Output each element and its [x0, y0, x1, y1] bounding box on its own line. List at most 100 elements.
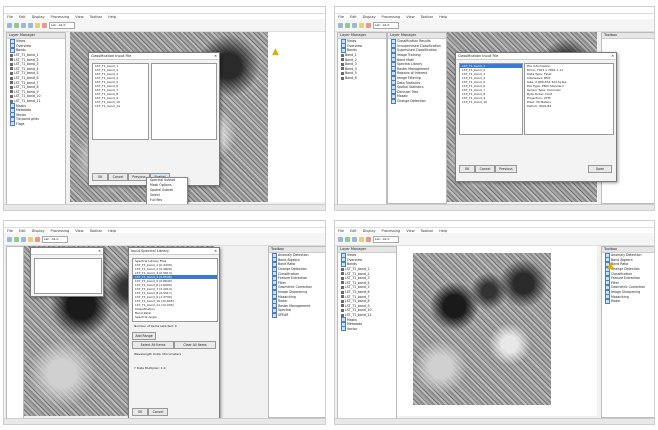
- menu-toolbar[interactable]: Toolbar: [90, 229, 103, 233]
- toolbar: Lat: -41.0: [4, 19, 325, 32]
- menu-view[interactable]: View: [75, 229, 83, 233]
- menu-processing[interactable]: Processing: [51, 15, 70, 19]
- zoom-in-icon[interactable]: [352, 236, 357, 242]
- menu-display[interactable]: Display: [32, 15, 45, 19]
- close-icon[interactable]: ✕: [611, 54, 614, 58]
- list-item[interactable]: LST_T1_band_11: [93, 104, 148, 108]
- menu-file[interactable]: File: [7, 15, 13, 19]
- title-bar: [335, 221, 654, 228]
- open-icon[interactable]: [338, 22, 343, 28]
- image-view[interactable]: [413, 253, 551, 405]
- file-list[interactable]: LST_T1_band_1 LST_T1_band_2 LST_T1_band_…: [459, 63, 523, 135]
- close-icon[interactable]: ✕: [214, 249, 217, 253]
- menu-display[interactable]: Display: [32, 229, 45, 233]
- save-icon[interactable]: [14, 236, 19, 242]
- menu-help[interactable]: Help: [439, 15, 447, 19]
- tree-row[interactable]: Flags: [7, 121, 65, 127]
- close-icon[interactable]: ✕: [98, 249, 101, 253]
- previous-button[interactable]: Previous: [495, 165, 517, 173]
- menu-file[interactable]: File: [338, 229, 344, 233]
- tree-row[interactable]: Vector: [338, 326, 396, 332]
- menu-toolbar[interactable]: Toolbar: [90, 15, 103, 19]
- zoom-combo[interactable]: Lat: -41.0: [42, 235, 68, 243]
- select-icon[interactable]: [366, 236, 371, 242]
- pan-icon[interactable]: [359, 22, 364, 28]
- band-icon: [341, 285, 344, 289]
- menu-view[interactable]: View: [406, 229, 414, 233]
- list-item[interactable]: Spectral Angle: [133, 315, 217, 319]
- cancel-button[interactable]: Cancel: [108, 173, 128, 181]
- zoom-out-icon[interactable]: [28, 22, 33, 28]
- pan-icon[interactable]: [359, 236, 364, 242]
- menu-help[interactable]: Help: [108, 15, 116, 19]
- select-icon[interactable]: [35, 236, 40, 242]
- y-multiplier-field[interactable]: Y Data Multiplier: 1.0: [132, 366, 166, 370]
- menu-edit[interactable]: Edit: [19, 15, 26, 19]
- ok-button[interactable]: OK: [459, 165, 475, 173]
- zoom-in-icon[interactable]: [21, 236, 26, 242]
- wavelength-units-label[interactable]: Wavelength Units: Micrometers: [132, 352, 181, 356]
- cancel-button[interactable]: Cancel: [148, 408, 168, 416]
- select-icon[interactable]: [366, 22, 371, 28]
- close-icon[interactable]: ✕: [214, 54, 217, 58]
- save-icon[interactable]: [14, 22, 19, 28]
- zoom-combo[interactable]: Lat: -41.0: [49, 21, 75, 29]
- menu-file[interactable]: File: [7, 229, 13, 233]
- band-icon: [341, 267, 344, 271]
- add-range-button[interactable]: Add Range: [132, 332, 156, 340]
- pan-icon[interactable]: [28, 236, 33, 242]
- list-item[interactable]: LST_T1_band_10: [460, 100, 522, 104]
- open-icon[interactable]: [338, 236, 343, 242]
- band-icon: [10, 81, 13, 85]
- menu-file[interactable]: File: [338, 15, 344, 19]
- menu-item[interactable]: Full Res: [147, 198, 187, 203]
- clear-all-button[interactable]: Clear All Items: [174, 341, 216, 349]
- file-list[interactable]: LST_T1_band_1 LST_T1_band_2 LST_T1_band_…: [92, 63, 149, 140]
- zoom-combo[interactable]: Lat: -41.0: [373, 21, 399, 29]
- zoom-in-icon[interactable]: [352, 22, 357, 28]
- select-all-button[interactable]: Select All Items: [132, 341, 174, 349]
- menu-edit[interactable]: Edit: [350, 15, 357, 19]
- file-list[interactable]: [34, 258, 102, 294]
- menu-processing[interactable]: Processing: [382, 15, 401, 19]
- menu-view[interactable]: View: [406, 15, 414, 19]
- checkbox-icon[interactable]: [341, 326, 346, 332]
- toolbox-row[interactable]: SPEAR: [269, 312, 325, 318]
- menu-edit[interactable]: Edit: [19, 229, 26, 233]
- checkbox-icon[interactable]: [10, 121, 15, 127]
- menu-help[interactable]: Help: [439, 229, 447, 233]
- ok-button[interactable]: OK: [132, 408, 148, 416]
- cancel-button[interactable]: Cancel: [475, 165, 495, 173]
- zoom-combo[interactable]: Lat: -41.0: [373, 235, 399, 243]
- tools-panel: Layer Manager Classification Results Uns…: [387, 32, 447, 204]
- save-icon[interactable]: [345, 236, 350, 242]
- tree-row[interactable]: Band_6: [338, 76, 386, 81]
- toolbox-row[interactable]: Radar: [602, 298, 654, 304]
- open-icon[interactable]: [7, 22, 12, 28]
- menu-edit[interactable]: Edit: [350, 229, 357, 233]
- tool-row[interactable]: Unsupervised Classification: [388, 43, 446, 49]
- spectral-library-dialog: Input Spectral Library ✕ Spectral Library…: [128, 247, 220, 421]
- library-list[interactable]: Spectral Library Files LST_T1_band_1 (0.…: [132, 258, 218, 322]
- menu-help[interactable]: Help: [108, 229, 116, 233]
- menu-toolbar[interactable]: Toolbar: [421, 15, 434, 19]
- menu-processing[interactable]: Processing: [51, 229, 70, 233]
- pan-icon[interactable]: [35, 22, 40, 28]
- zoom-in-icon[interactable]: [21, 22, 26, 28]
- band-icon: [341, 76, 344, 80]
- menu-display[interactable]: Display: [363, 15, 376, 19]
- menu-display[interactable]: Display: [363, 229, 376, 233]
- toolbox-panel: Toolbox Anomaly Detection Band Algebra B…: [268, 246, 325, 418]
- tool-row[interactable]: Change Detection: [388, 98, 446, 104]
- menu-view[interactable]: View: [75, 15, 83, 19]
- save-icon[interactable]: [345, 22, 350, 28]
- menu-toolbar[interactable]: Toolbar: [421, 229, 434, 233]
- band-icon: [10, 62, 13, 66]
- menu-processing[interactable]: Processing: [382, 229, 401, 233]
- open-button[interactable]: Open: [588, 165, 612, 173]
- ok-button[interactable]: OK: [92, 173, 108, 181]
- select-icon[interactable]: [42, 22, 47, 28]
- screen-top-left: File Edit Display Processing View Toolba…: [3, 6, 326, 211]
- band-icon: [341, 58, 344, 62]
- open-icon[interactable]: [7, 236, 12, 242]
